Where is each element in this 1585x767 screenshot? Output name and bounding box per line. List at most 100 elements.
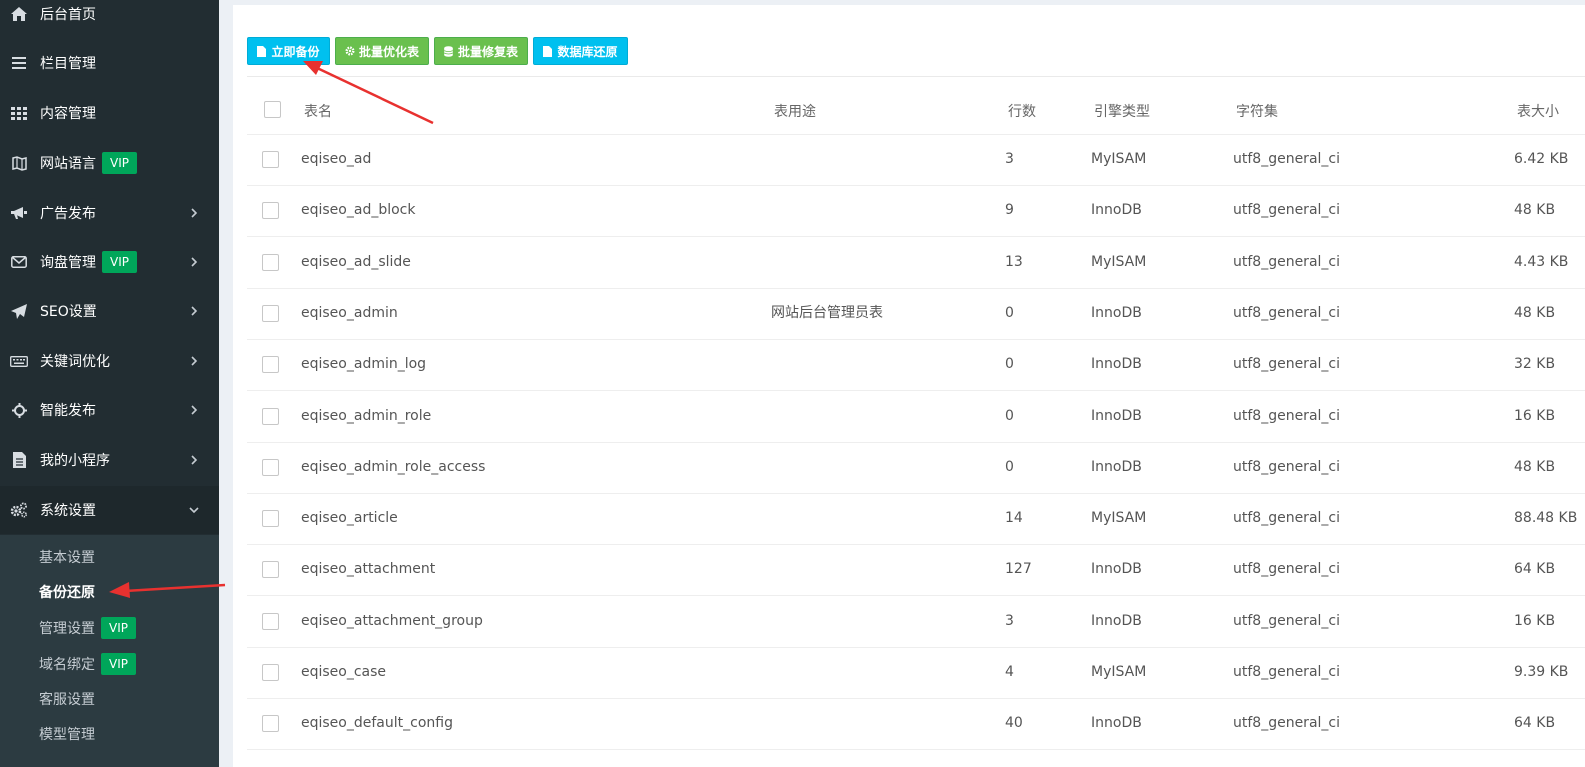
cell-table-name: eqiseo_case xyxy=(301,664,387,680)
table-row: eqiseo_attachment 127 InnoDB utf8_general_c… xyxy=(247,544,1585,597)
row-checkbox[interactable] xyxy=(262,202,279,220)
chevron-right-icon xyxy=(191,455,198,465)
cell-rows: 3 xyxy=(1005,612,1014,629)
envelope-icon xyxy=(10,253,28,271)
chevron-right-icon xyxy=(191,208,198,218)
cell-charset: utf8_general_ci xyxy=(1233,664,1340,680)
cell-size: 64 KB xyxy=(1514,561,1556,578)
restore-database-button[interactable]: 数据库还原 xyxy=(533,37,628,65)
cell-rows: 14 xyxy=(1005,510,1023,527)
file-icon xyxy=(543,45,553,57)
cell-engine: MyISAM xyxy=(1091,664,1147,680)
cell-engine: InnoDB xyxy=(1091,458,1142,475)
table-row: eqiseo_ad_slide 13 MyISAM utf8_general_ci 4.… xyxy=(247,237,1585,289)
submenu-basic-settings[interactable]: 基本设置 xyxy=(39,542,95,572)
row-checkbox[interactable] xyxy=(262,612,279,630)
button-label: 立即备份 xyxy=(271,44,320,59)
menu-label: 询盘管理 xyxy=(40,255,96,271)
menu-item-keywords[interactable]: 关键词优化 xyxy=(0,337,219,385)
row-checkbox[interactable] xyxy=(262,304,279,322)
cell-charset: utf8_general_ci xyxy=(1233,561,1340,578)
row-checkbox[interactable] xyxy=(262,664,279,681)
cell-charset: utf8_general_ci xyxy=(1233,458,1340,475)
row-checkbox[interactable] xyxy=(262,356,279,374)
cell-engine: InnoDB xyxy=(1091,304,1142,321)
table-row: eqiseo_ad_block 9 InnoDB utf8_general_ci 48 … xyxy=(247,185,1585,238)
row-checkbox[interactable] xyxy=(262,407,279,425)
menu-label: 网站语言 xyxy=(40,156,96,172)
cell-size: 16 KB xyxy=(1514,612,1556,629)
menu-item-inquiry[interactable]: 询盘管理 VIP xyxy=(0,238,219,286)
vip-badge: VIP xyxy=(101,617,136,639)
cell-rows: 13 xyxy=(1005,253,1023,270)
button-label: 数据库还原 xyxy=(557,44,618,59)
batch-optimize-button[interactable]: 批量优化表 xyxy=(335,37,429,65)
row-checkbox[interactable] xyxy=(262,151,279,168)
cell-rows: 0 xyxy=(1005,458,1014,475)
header-table-name: 表名 xyxy=(304,104,332,120)
submenu-customer-service[interactable]: 客服设置 xyxy=(39,684,95,714)
cell-engine: MyISAM xyxy=(1091,510,1147,527)
submenu-label: 基本设置 xyxy=(39,550,95,566)
paper-plane-icon xyxy=(10,302,28,320)
cell-charset: utf8_general_ci xyxy=(1233,253,1340,270)
submenu-admin-settings[interactable]: 管理设置 VIP xyxy=(39,613,136,643)
menu-item-content[interactable]: 内容管理 xyxy=(0,89,219,137)
submenu-label: 客服设置 xyxy=(39,692,95,708)
cell-table-name: eqiseo_attachment xyxy=(301,561,436,578)
menu-item-ads[interactable]: 广告发布 xyxy=(0,189,219,237)
select-all-checkbox[interactable] xyxy=(264,101,281,118)
divider xyxy=(247,76,1585,77)
header-size: 表大小 xyxy=(1517,104,1559,120)
chevron-right-icon xyxy=(191,405,198,415)
menu-item-mini-program[interactable]: 我的小程序 xyxy=(0,436,219,484)
menu-item-language[interactable]: 网站语言 VIP xyxy=(0,139,219,187)
sidebar: 后台首页 栏目管理 内容管理 网站语言 VIP 广告发布 询盘管理 VIP SE… xyxy=(0,0,219,767)
table-row: eqiseo_admin 网站后台管理员表 0 InnoDB utf8_general_… xyxy=(247,288,1585,340)
cell-engine: InnoDB xyxy=(1091,356,1142,373)
keyboard-icon xyxy=(10,352,28,370)
row-checkbox[interactable] xyxy=(262,253,279,271)
cell-usage: 网站后台管理员表 xyxy=(771,304,883,321)
submenu-model-management[interactable]: 模型管理 xyxy=(39,719,95,749)
row-checkbox[interactable] xyxy=(262,510,279,528)
batch-repair-button[interactable]: 批量修复表 xyxy=(434,37,528,65)
row-checkbox[interactable] xyxy=(262,715,279,733)
submenu-label: 管理设置 xyxy=(39,621,95,637)
cell-table-name: eqiseo_ad_block xyxy=(301,202,416,219)
cell-table-name: eqiseo_attachment_group xyxy=(301,612,483,629)
menu-label: SEO设置 xyxy=(40,304,97,320)
vip-badge: VIP xyxy=(101,653,136,675)
cell-charset: utf8_general_ci xyxy=(1233,715,1340,732)
table-row: eqiseo_admin_role_access 0 InnoDB utf8_gene… xyxy=(247,442,1585,494)
cell-size: 88.48 KB xyxy=(1514,510,1578,527)
row-checkbox[interactable] xyxy=(262,561,279,579)
cell-table-name: eqiseo_ad_slide xyxy=(301,253,411,270)
database-icon xyxy=(444,45,454,57)
submenu-domain-binding[interactable]: 域名绑定 VIP xyxy=(39,649,136,679)
button-label: 批量优化表 xyxy=(358,44,419,59)
cell-rows: 9 xyxy=(1005,202,1014,219)
submenu-label: 备份还原 xyxy=(39,585,95,601)
menu-item-columns[interactable]: 栏目管理 xyxy=(0,39,219,87)
backup-now-button[interactable]: 立即备份 xyxy=(247,37,330,65)
cell-engine: InnoDB xyxy=(1091,561,1142,578)
cell-rows: 40 xyxy=(1005,715,1023,732)
menu-item-system-settings[interactable]: 系统设置 xyxy=(0,486,219,534)
submenu-backup-restore[interactable]: 备份还原 xyxy=(39,577,95,607)
cell-table-name: eqiseo_admin_role xyxy=(301,407,432,424)
cell-table-name: eqiseo_admin_role_access xyxy=(301,458,486,475)
menu-item-smart-publish[interactable]: 智能发布 xyxy=(0,386,219,434)
cell-rows: 0 xyxy=(1005,407,1014,424)
file-icon xyxy=(257,45,267,57)
table-row: eqiseo_admin_log 0 InnoDB utf8_general_ci 32… xyxy=(247,339,1585,392)
home-icon xyxy=(10,5,28,23)
cell-table-name: eqiseo_admin xyxy=(301,304,398,321)
menu-label: 系统设置 xyxy=(40,503,96,519)
menu-item-seo[interactable]: SEO设置 xyxy=(0,287,219,335)
row-checkbox[interactable] xyxy=(262,458,279,476)
menu-item-home[interactable]: 后台首页 xyxy=(0,0,219,38)
cell-size: 64 KB xyxy=(1514,715,1556,732)
table-row: eqiseo_case 4 MyISAM utf8_general_ci 9.39 KB xyxy=(247,647,1585,699)
cell-size: 9.39 KB xyxy=(1514,664,1569,680)
